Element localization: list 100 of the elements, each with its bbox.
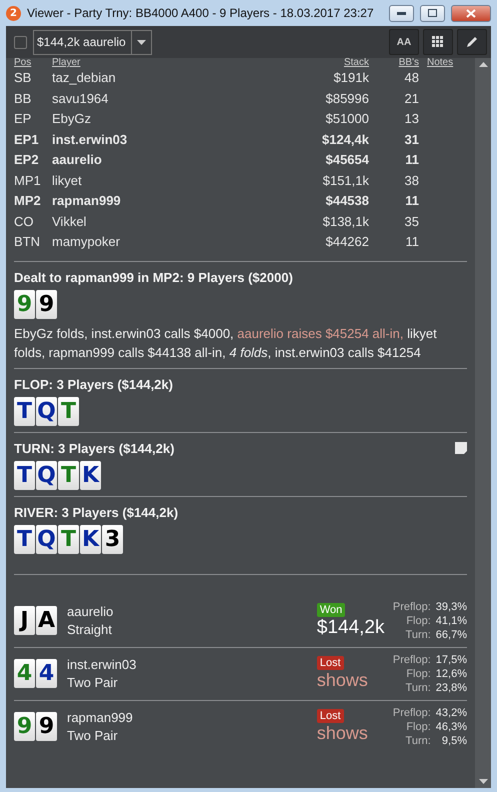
playing-card: K — [80, 460, 101, 490]
column-header[interactable]: Player — [52, 58, 307, 68]
note-icon[interactable] — [455, 442, 467, 454]
player-name: inst.erwin03 — [67, 656, 138, 674]
bb-cell-text: 13 — [404, 110, 420, 128]
street-title: TURN: 3 Players ($144,2k) — [14, 440, 174, 456]
playing-card: Q — [36, 460, 57, 490]
playing-card: T — [14, 396, 35, 426]
playing-card: 9 — [14, 712, 35, 741]
player-cell-text: likyet — [52, 172, 83, 190]
hand-dropdown[interactable]: $144,2k aaurelio — [33, 30, 152, 54]
player-cell-text: aaurelio — [52, 151, 103, 169]
player-cell-text: taz_debian — [52, 69, 117, 87]
player-cell-text: EbyGz — [52, 110, 92, 128]
playing-card: K — [80, 524, 101, 554]
app-logo-icon: 2 — [6, 6, 21, 20]
stack-cell-text: $45654 — [324, 151, 370, 169]
column-header[interactable]: BB's — [377, 58, 427, 68]
stack-cell-text: $44262 — [324, 233, 370, 251]
close-icon — [466, 8, 476, 18]
column-header[interactable]: Pos — [14, 58, 52, 68]
playing-card: J — [14, 606, 35, 635]
playing-card: Q — [36, 524, 57, 554]
equity-label: Flop: — [405, 720, 431, 734]
equity-label: Preflop: — [392, 652, 431, 666]
column-header[interactable]: Stack — [307, 58, 377, 68]
playing-card: 9 — [14, 290, 35, 318]
player-name: aaurelio — [67, 602, 114, 620]
bb-cell-text: 11 — [404, 233, 420, 251]
scroll-up-icon[interactable] — [478, 62, 488, 67]
position-cell-text: BTN — [14, 233, 41, 251]
player-name: rapman999 — [67, 708, 134, 726]
bb-cell-text: 21 — [404, 90, 420, 108]
playing-card: T — [58, 524, 79, 554]
equity-label: Flop: — [405, 666, 431, 680]
pencil-icon — [465, 35, 479, 49]
equity-label: Flop: — [405, 614, 431, 628]
amount-text: $144,2k — [316, 616, 384, 638]
position-cell-text: BB — [14, 90, 32, 108]
playing-card: 3 — [102, 524, 123, 554]
amount-text: shows — [316, 670, 368, 691]
playing-card: T — [58, 460, 79, 490]
scrollbar[interactable] — [475, 58, 491, 788]
playing-card: 9 — [36, 290, 57, 318]
stack-cell-text: $124,4k — [321, 130, 370, 148]
hand-rank: Straight — [67, 620, 113, 638]
equity-value: 41,1% — [436, 614, 467, 628]
hand-rank: Two Pair — [67, 726, 119, 744]
playing-card: 4 — [36, 659, 57, 688]
scroll-down-icon[interactable] — [478, 779, 488, 784]
playing-card: 9 — [36, 712, 57, 741]
equity-value: 9,5% — [440, 734, 467, 748]
player-cell-text: rapman999 — [52, 192, 122, 210]
font-size-button[interactable]: AA — [389, 29, 419, 55]
stack-cell-text: $44538 — [324, 192, 370, 210]
checkbox[interactable] — [14, 36, 27, 48]
player-cell-text: inst.erwin03 — [52, 130, 128, 148]
maximize-button[interactable] — [420, 4, 445, 22]
position-cell-text: EP2 — [14, 151, 40, 169]
playing-card: Q — [36, 396, 57, 426]
street-title: FLOP: 3 Players ($144,2k) — [14, 376, 173, 392]
outcome-badge: Won — [316, 602, 346, 616]
equity-value: 66,7% — [436, 628, 467, 642]
street-title: Dealt to rapman999 in MP2: 9 Players ($2000) — [14, 270, 293, 284]
equity-value: 43,2% — [436, 706, 467, 720]
window-title: Viewer - Party Trny: BB4000 A400 - 9 Players - 18.03.2017 23:27 — [27, 6, 375, 20]
equity-value: 39,3% — [436, 600, 467, 614]
equity-label: Turn: — [404, 680, 431, 694]
stack-cell-text: $138,1k — [322, 212, 370, 230]
stack-cell-text: $85996 — [324, 90, 370, 108]
action-text: EbyGz folds, inst.erwin03 calls $4000, aaurelio raises $45254 all-in, likyet folds, rapman999 calls $44138 all-in, 4 folds, inst.erwin03 calls $41254 — [14, 324, 438, 362]
street-title: RIVER: 3 Players ($144,2k) — [14, 504, 178, 520]
equity-value: 17,5% — [436, 652, 467, 666]
playing-card: T — [58, 396, 79, 426]
stack-cell-text: $151,1k — [322, 172, 370, 190]
close-button[interactable] — [451, 4, 491, 22]
bb-cell-text: 35 — [404, 212, 420, 230]
playing-card: 4 — [14, 659, 35, 688]
position-cell-text: CO — [14, 212, 34, 230]
playing-card: T — [14, 524, 35, 554]
hand-rank: Two Pair — [67, 674, 119, 692]
grid-icon — [432, 36, 444, 48]
position-cell-text: SB — [14, 69, 32, 87]
edit-button[interactable] — [457, 29, 487, 55]
equity-label: Preflop: — [392, 600, 431, 614]
position-cell-text: MP2 — [14, 192, 42, 210]
equity-label: Turn: — [404, 628, 431, 642]
column-header[interactable]: Notes — [427, 58, 467, 68]
equity-value: 23,8% — [436, 680, 467, 694]
bb-cell-text: 11 — [404, 151, 420, 169]
minimize-icon — [397, 12, 406, 14]
outcome-badge: Lost — [316, 656, 344, 670]
bb-cell-text: 31 — [404, 130, 420, 148]
playing-card: T — [14, 460, 35, 490]
bb-cell-text: 11 — [404, 192, 420, 210]
minimize-button[interactable] — [389, 4, 414, 22]
position-cell-text: EP — [14, 110, 32, 128]
player-cell-text: Vikkel — [52, 212, 88, 230]
grid-button[interactable] — [423, 29, 453, 55]
maximize-icon — [428, 9, 437, 17]
